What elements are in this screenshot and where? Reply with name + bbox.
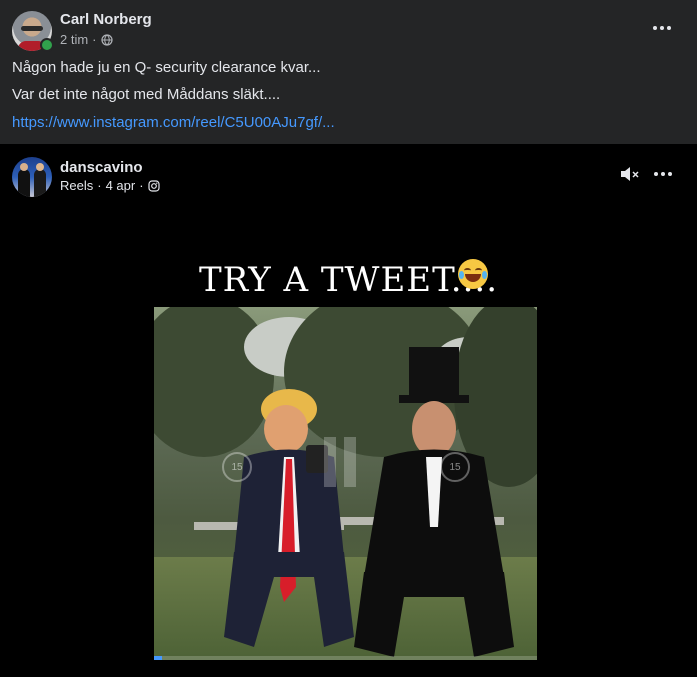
globe-icon [100,33,113,46]
rewind-15-button[interactable]: 15 [222,452,252,482]
post-text-line-1: Någon hade ju en Q- security clearance k… [12,59,321,76]
forward-15-button[interactable]: 15 [440,452,470,482]
embed-type: Reels [60,178,94,193]
post-time[interactable]: 2 tim [60,32,88,47]
video-progress-bar[interactable] [154,656,537,660]
post-author-name[interactable]: Carl Norberg [60,11,152,28]
video-progress-fill [154,656,162,660]
instagram-icon [147,179,160,192]
person-left [224,389,354,647]
person-right [354,347,514,657]
forward-15-label: 15 [449,461,461,473]
reel-video[interactable]: 15 15 [154,307,537,660]
post-meta: 2 tim · [60,32,113,47]
embed-date[interactable]: 4 apr [106,178,136,193]
embed-author-avatar[interactable] [12,157,52,197]
meta-separator: · [97,178,102,193]
meta-separator: · [92,32,97,47]
more-dots-icon [654,172,672,176]
post-card: Carl Norberg 2 tim · Någon hade ju en Q-… [0,0,697,144]
meta-separator: · [139,178,144,193]
speaker-muted-icon[interactable] [619,163,641,185]
more-dots-icon [653,26,671,30]
reel-caption-text: TRY A TWEET.... [198,260,499,300]
rewind-15-label: 15 [231,461,243,473]
embed-meta: Reels · 4 apr · [60,178,160,193]
post-link[interactable]: https://www.instagram.com/reel/C5U00AJu7… [12,114,335,131]
reel-caption: TRY A TWEET.... [0,260,697,300]
post-more-options-button[interactable] [650,16,674,40]
pause-icon[interactable] [324,437,364,487]
embed-more-options-button[interactable] [651,162,675,186]
online-status-dot [40,38,54,52]
post-text-line-2: Var det inte något med Måddans släkt.... [12,86,281,103]
laughing-tears-emoji-icon [458,259,488,289]
embed-author-name[interactable]: danscavino [60,159,143,176]
